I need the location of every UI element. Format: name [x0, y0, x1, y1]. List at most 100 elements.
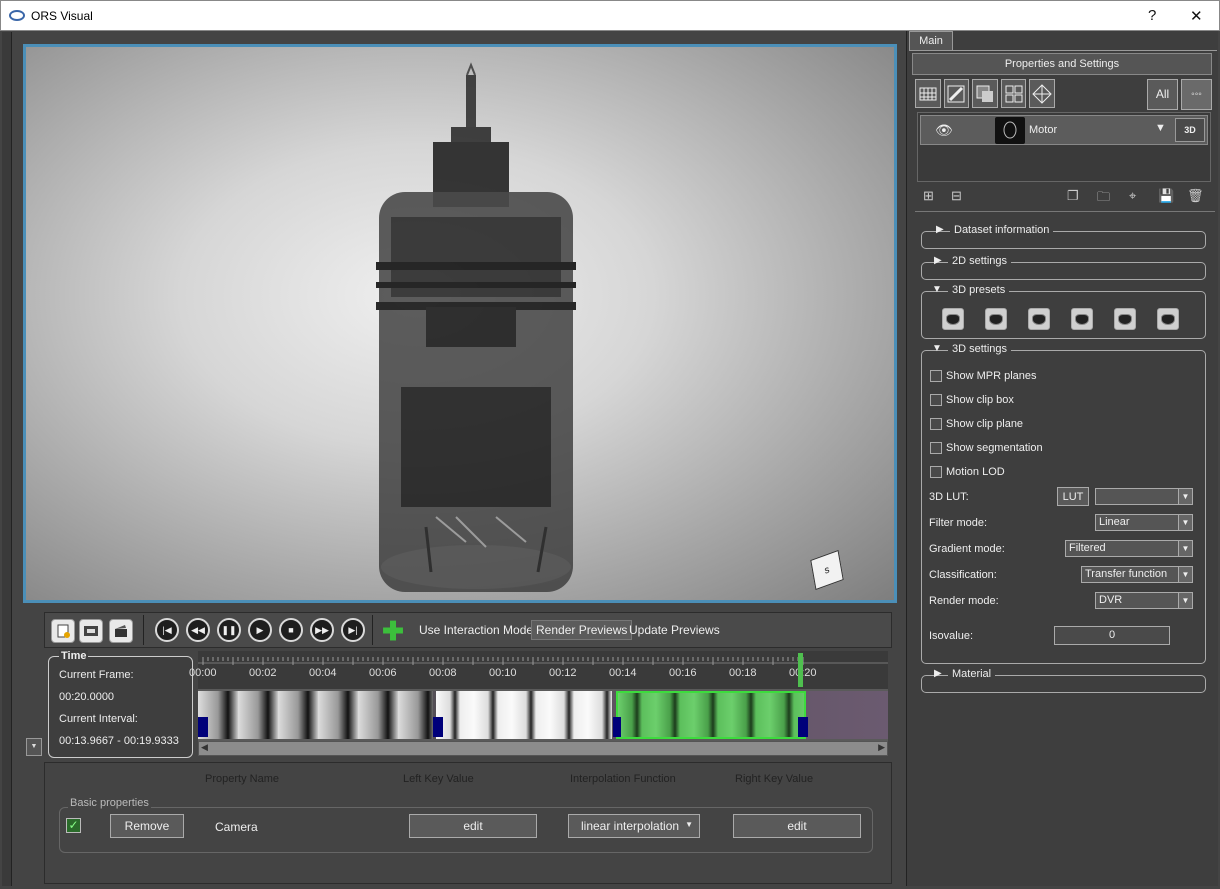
- keyframe-marker[interactable]: [198, 717, 208, 737]
- preview-clip-2[interactable]: [436, 691, 612, 739]
- isovalue-input[interactable]: 0: [1054, 626, 1170, 645]
- crosshair-icon[interactable]: ⌖: [1129, 188, 1136, 204]
- update-previews-link[interactable]: Update Previews: [629, 623, 720, 637]
- collapse-timeline-button[interactable]: ▼: [26, 738, 42, 756]
- layer-3d-badge[interactable]: 3D: [1175, 118, 1205, 142]
- dropdown-arrow-icon: ▼: [1178, 593, 1192, 608]
- tick-label: 00:02: [249, 667, 277, 679]
- plus-icon: ✚: [382, 615, 404, 646]
- expand-all-icon[interactable]: ⊞: [923, 188, 934, 204]
- left-key-edit-button[interactable]: edit: [409, 814, 537, 838]
- lut-button[interactable]: LUT: [1057, 487, 1089, 506]
- render-mode-value: DVR: [1099, 594, 1123, 606]
- section-material[interactable]: ▶ Material: [921, 668, 1206, 693]
- panel-title: Properties and Settings: [912, 53, 1212, 75]
- filter-mode-select[interactable]: Linear ▼: [1095, 514, 1193, 531]
- rewind-button[interactable]: ◀◀: [186, 618, 210, 642]
- export-movie-button[interactable]: [109, 619, 133, 643]
- collapse-triangle-icon[interactable]: ▼: [932, 343, 942, 354]
- multiroi-filter-button[interactable]: [1000, 79, 1027, 108]
- classification-label: Classification:: [929, 569, 997, 581]
- copy-icon[interactable]: ❐: [1067, 188, 1079, 204]
- preset-button[interactable]: [1071, 308, 1093, 330]
- show-clip-box-checkbox[interactable]: [930, 394, 942, 406]
- section-2d-settings[interactable]: ▶ 2D settings: [921, 255, 1206, 280]
- left-splitter[interactable]: [2, 32, 12, 886]
- render-viewport[interactable]: s: [23, 44, 897, 603]
- keyframe-button[interactable]: [79, 619, 103, 643]
- checkmark-icon: ✓: [68, 818, 79, 832]
- eye-icon[interactable]: 👁: [935, 122, 953, 139]
- preset-button[interactable]: [1028, 308, 1050, 330]
- remove-button[interactable]: Remove: [110, 814, 184, 838]
- scroll-right-icon[interactable]: ▶: [878, 742, 885, 753]
- roi-filter-button[interactable]: [972, 79, 998, 108]
- keyframe-marker[interactable]: [433, 717, 443, 737]
- interpolation-select[interactable]: linear interpolation ▼: [568, 814, 700, 838]
- timeline[interactable]: 00:00 00:02 00:04 00:06 00:08 00:10 00:12 00:14…: [189, 651, 888, 741]
- preview-track[interactable]: [198, 691, 888, 739]
- grid-filter-button[interactable]: [915, 79, 941, 108]
- selected-interval-clip[interactable]: [616, 691, 806, 739]
- current-time-marker[interactable]: [798, 653, 803, 687]
- title-bar: ORS Visual ? ✕: [0, 0, 1220, 31]
- filter-mode-label: Filter mode:: [929, 517, 988, 529]
- save-icon[interactable]: 💾: [1158, 188, 1174, 204]
- collapse-all-icon[interactable]: ⊟: [951, 188, 962, 204]
- layer-dropdown-icon[interactable]: ▼: [1155, 122, 1166, 134]
- toolbar-divider: [372, 615, 373, 645]
- lut-select[interactable]: ▼: [1095, 488, 1193, 505]
- go-to-start-button[interactable]: |◀: [155, 618, 179, 642]
- fast-forward-button[interactable]: ▶▶: [310, 618, 334, 642]
- options-button[interactable]: ◦◦◦: [1181, 79, 1212, 110]
- tab-main[interactable]: Main: [909, 31, 953, 50]
- scroll-left-icon[interactable]: ◀: [201, 742, 208, 753]
- classification-value: Transfer function: [1085, 568, 1168, 580]
- close-button[interactable]: ✕: [1190, 7, 1203, 25]
- show-mpr-planes-checkbox[interactable]: [930, 370, 942, 382]
- collapse-triangle-icon[interactable]: ▼: [932, 284, 942, 295]
- line-filter-button[interactable]: [943, 79, 970, 108]
- motion-lod-checkbox[interactable]: [930, 466, 942, 478]
- tick-label: 00:10: [489, 667, 517, 679]
- new-animation-button[interactable]: [51, 619, 75, 643]
- show-clip-plane-checkbox[interactable]: [930, 418, 942, 430]
- keyframe-marker[interactable]: [613, 717, 621, 737]
- stop-button[interactable]: ■: [279, 618, 303, 642]
- preset-button[interactable]: [1114, 308, 1136, 330]
- right-key-edit-button[interactable]: edit: [733, 814, 861, 838]
- header-interpolation-function: Interpolation Function: [570, 773, 676, 785]
- preset-button[interactable]: [942, 308, 964, 330]
- go-to-end-button[interactable]: ▶|: [341, 618, 365, 642]
- section-title: Material: [948, 668, 996, 680]
- render-previews-link[interactable]: Render Previews: [531, 620, 633, 640]
- preset-button[interactable]: [1157, 308, 1179, 330]
- pause-button[interactable]: ❚❚: [217, 618, 241, 642]
- gradient-mode-select[interactable]: Filtered ▼: [1065, 540, 1193, 557]
- show-all-button[interactable]: All: [1147, 79, 1178, 110]
- section-dataset-information[interactable]: ▶ Dataset information: [921, 224, 1206, 249]
- open-folder-icon[interactable]: 🗀: [1097, 188, 1110, 210]
- preset-button[interactable]: [985, 308, 1007, 330]
- isovalue-label: Isovalue:: [929, 630, 974, 642]
- trash-icon[interactable]: 🗑: [1187, 188, 1204, 204]
- render-mode-select[interactable]: DVR ▼: [1095, 592, 1193, 609]
- keyframe-marker[interactable]: [798, 717, 808, 737]
- tick-label: 00:18: [729, 667, 757, 679]
- classification-select[interactable]: Transfer function ▼: [1081, 566, 1193, 583]
- time-ruler[interactable]: 00:00 00:02 00:04 00:06 00:08 00:10 00:12 00:14…: [189, 651, 888, 689]
- section-title: 2D settings: [948, 255, 1012, 267]
- play-button[interactable]: ▶: [248, 618, 272, 642]
- add-keyframe-button[interactable]: ✚: [380, 615, 406, 646]
- layer-row-motor[interactable]: 👁 Motor ▼ 3D: [920, 115, 1208, 145]
- multi-roi-icon: [1005, 85, 1023, 102]
- help-button[interactable]: ?: [1148, 7, 1156, 24]
- timeline-scrollbar[interactable]: ◀ ▶: [198, 741, 888, 756]
- mesh-filter-button[interactable]: [1029, 79, 1055, 108]
- tick-label: 00:08: [429, 667, 457, 679]
- preview-clip-1[interactable]: [198, 691, 433, 739]
- show-segmentation-checkbox[interactable]: [930, 442, 942, 454]
- use-interaction-mode-link[interactable]: Use Interaction Mode: [419, 623, 533, 637]
- tick-label: 00:12: [549, 667, 577, 679]
- camera-enabled-checkbox[interactable]: ✓: [66, 818, 81, 833]
